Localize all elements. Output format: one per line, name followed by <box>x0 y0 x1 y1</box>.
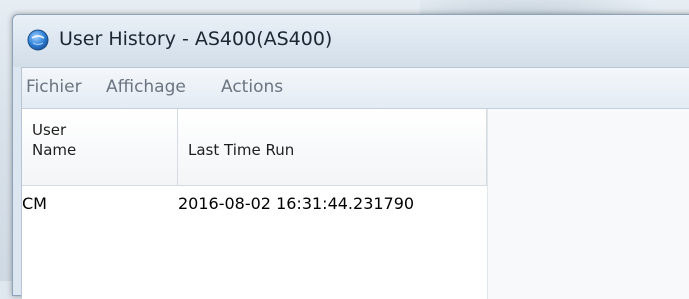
table-header-row: User Name Last Time Run <box>22 109 487 186</box>
menu-fichier[interactable]: Fichier <box>26 77 82 97</box>
globe-app-icon <box>27 29 49 51</box>
column-header-user-name-line2: Name <box>32 141 77 159</box>
cell-last-time-run: 2016-08-02 16:31:44.231790 <box>178 194 415 213</box>
window-title: User History - AS400(AS400) <box>59 28 333 50</box>
column-header-user-name[interactable]: User Name <box>22 109 178 185</box>
table-empty-area <box>487 109 689 299</box>
menu-affichage[interactable]: Affichage <box>106 77 186 97</box>
column-header-last-time-run[interactable]: Last Time Run <box>178 109 487 185</box>
history-table: User Name Last Time Run CM 2016-08-02 16… <box>22 109 689 299</box>
menu-actions[interactable]: Actions <box>221 77 283 97</box>
column-header-user-name-line1: User <box>32 121 67 139</box>
window-client-area: Fichier Affichage Actions User Name Last… <box>21 67 689 299</box>
table-row[interactable]: CM 2016-08-02 16:31:44.231790 <box>22 187 487 219</box>
cell-user-name: CM <box>22 194 47 213</box>
menu-bar: Fichier Affichage Actions <box>22 68 689 109</box>
user-history-window: User History - AS400(AS400) Fichier Affi… <box>12 14 689 299</box>
column-header-last-time-run-label: Last Time Run <box>188 141 295 159</box>
title-bar[interactable]: User History - AS400(AS400) <box>13 15 689 67</box>
